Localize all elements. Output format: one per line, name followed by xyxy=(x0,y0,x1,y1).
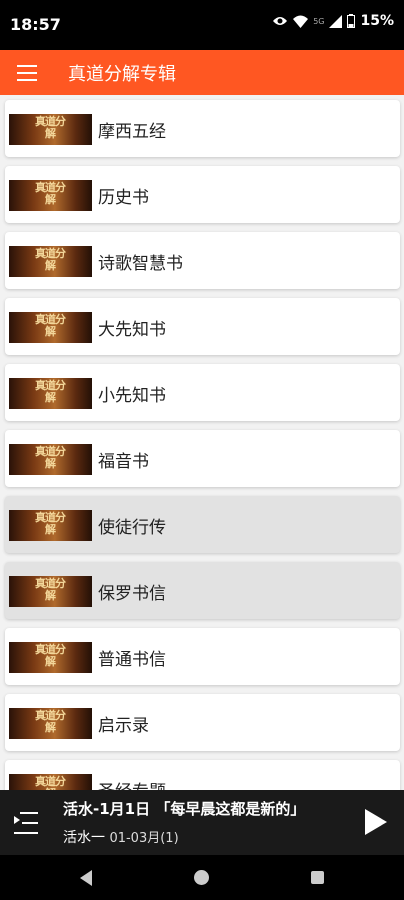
album-item-minor-prophets[interactable]: 真道分解 小先知书 xyxy=(5,364,400,421)
menu-icon[interactable] xyxy=(17,65,37,81)
album-thumbnail: 真道分解 xyxy=(9,180,92,211)
album-thumbnail: 真道分解 xyxy=(9,444,92,475)
album-item-gospels[interactable]: 真道分解 福音书 xyxy=(5,430,400,487)
album-label: 保罗书信 xyxy=(98,584,166,604)
album-label: 普通书信 xyxy=(98,650,166,670)
album-label: 大先知书 xyxy=(98,320,166,340)
album-label: 圣经专题 xyxy=(98,777,166,790)
album-thumbnail: 真道分解 xyxy=(9,576,92,607)
album-item-poetry-wisdom[interactable]: 真道分解 诗歌智慧书 xyxy=(5,232,400,289)
album-thumbnail: 真道分解 xyxy=(9,312,92,343)
album-item-bible-topics[interactable]: 真道分解 圣经专题 xyxy=(5,760,400,790)
recent-apps-icon[interactable] xyxy=(311,871,324,884)
play-button[interactable] xyxy=(365,809,387,835)
now-playing-date-range: 01-03月(1) xyxy=(109,831,179,846)
album-label: 诗歌智慧书 xyxy=(98,254,183,274)
app-bar: 真道分解专辑 xyxy=(0,50,404,95)
mini-player[interactable]: 活水-1月1日 「每早晨这都是新的」 活水一 01-03月(1) xyxy=(0,790,404,855)
album-item-pauline-epistles[interactable]: 真道分解 保罗书信 xyxy=(5,562,400,619)
album-item-major-prophets[interactable]: 真道分解 大先知书 xyxy=(5,298,400,355)
album-item-acts[interactable]: 真道分解 使徒行传 xyxy=(5,496,400,553)
playlist-queue-icon[interactable] xyxy=(14,812,38,834)
wifi-icon xyxy=(293,15,309,28)
album-label: 历史书 xyxy=(98,188,149,208)
album-label: 小先知书 xyxy=(98,386,166,406)
now-playing-subtitle: 活水一 01-03月(1) xyxy=(63,827,179,847)
album-thumbnail: 真道分解 xyxy=(9,114,92,145)
status-time: 18:57 xyxy=(10,15,61,34)
network-label: 5G xyxy=(313,16,325,26)
album-label: 摩西五经 xyxy=(98,122,166,142)
battery-percent: 15% xyxy=(360,13,394,29)
album-item-history[interactable]: 真道分解 历史书 xyxy=(5,166,400,223)
album-thumbnail: 真道分解 xyxy=(9,708,92,739)
album-label: 使徒行传 xyxy=(98,518,166,538)
back-icon[interactable] xyxy=(80,870,92,886)
now-playing-album: 活水一 xyxy=(63,830,105,846)
album-thumbnail: 真道分解 xyxy=(9,246,92,277)
page-title: 真道分解专辑 xyxy=(68,64,176,85)
status-bar: 18:57 5G 15% xyxy=(0,0,404,50)
album-thumbnail: 真道分解 xyxy=(9,510,92,541)
album-list[interactable]: 真道分解 摩西五经 真道分解 历史书 真道分解 诗歌智慧书 真道分解 大先知书 … xyxy=(0,95,404,790)
eye-icon xyxy=(273,17,288,25)
home-icon[interactable] xyxy=(194,870,209,885)
album-item-revelation[interactable]: 真道分解 启示录 xyxy=(5,694,400,751)
system-nav-bar xyxy=(0,855,404,900)
album-label: 福音书 xyxy=(98,452,149,472)
album-item-general-epistles[interactable]: 真道分解 普通书信 xyxy=(5,628,400,685)
album-item-pentateuch[interactable]: 真道分解 摩西五经 xyxy=(5,100,400,157)
album-label: 启示录 xyxy=(98,716,149,736)
album-thumbnail: 真道分解 xyxy=(9,642,92,673)
battery-low-icon xyxy=(347,14,356,28)
signal-icon xyxy=(329,14,343,28)
status-icons: 5G 15% xyxy=(272,13,394,29)
now-playing-title: 活水-1月1日 「每早晨这都是新的」 xyxy=(63,800,306,818)
album-thumbnail: 真道分解 xyxy=(9,378,92,409)
album-thumbnail: 真道分解 xyxy=(9,774,92,790)
